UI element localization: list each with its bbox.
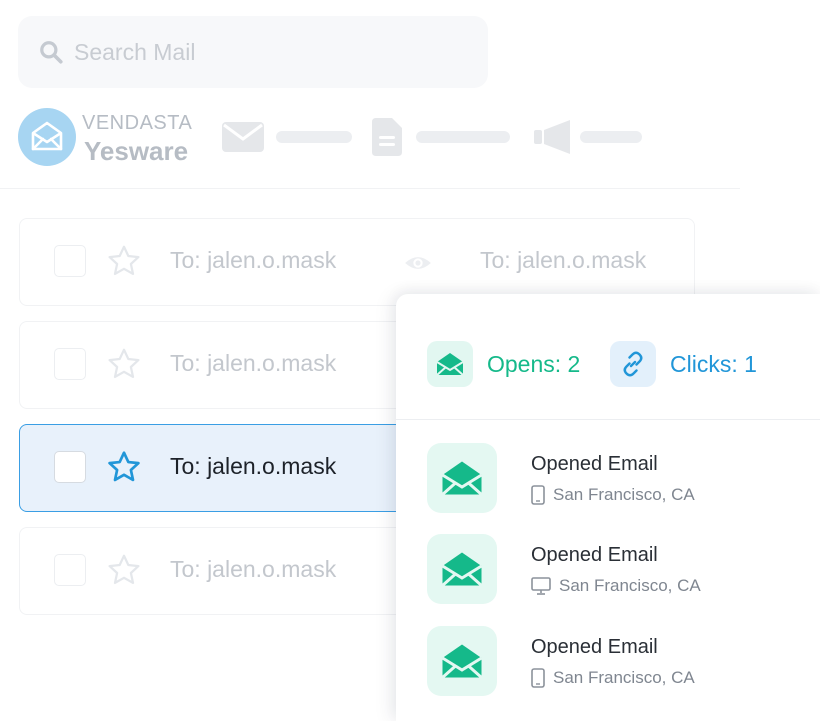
event-icon-box	[427, 534, 497, 604]
email-row[interactable]: To: jalen.o.mask To: jalen.o.mask	[19, 218, 695, 306]
row-checkbox[interactable]	[54, 554, 86, 586]
email-recipient-secondary: To: jalen.o.mask	[480, 247, 647, 273]
mobile-icon	[531, 668, 545, 688]
brand-company: VENDASTA	[82, 112, 193, 134]
star-icon[interactable]	[106, 346, 142, 382]
star-icon[interactable]	[106, 243, 142, 279]
open-envelope-icon	[441, 552, 483, 587]
search-input[interactable]	[74, 38, 454, 66]
megaphone-icon	[534, 120, 570, 154]
clicks-icon-box	[610, 341, 656, 387]
clicks-count: Clicks: 1	[670, 350, 757, 377]
event-location: San Francisco, CA	[531, 576, 701, 596]
toolbar-templates-placeholder	[416, 131, 510, 143]
yesware-logo	[18, 108, 76, 166]
event-icon-box	[427, 443, 497, 513]
star-icon[interactable]	[106, 449, 142, 485]
brand-product: Yesware	[84, 136, 189, 166]
row-checkbox[interactable]	[54, 451, 86, 483]
event-location: San Francisco, CA	[531, 485, 695, 505]
event-location-text: San Francisco, CA	[559, 576, 701, 595]
toolbar: VENDASTA Yesware	[18, 104, 738, 188]
open-envelope-icon	[441, 461, 483, 496]
activity-summary: Opens: 2 Clicks: 1	[396, 294, 820, 420]
event-title: Opened Email	[531, 544, 658, 566]
search-icon	[40, 41, 63, 64]
email-recipient: To: jalen.o.mask	[170, 556, 337, 582]
email-recipient: To: jalen.o.mask	[170, 350, 337, 376]
toolbar-templates-button[interactable]	[372, 118, 510, 156]
tracking-activity-panel: Opens: 2 Clicks: 1 Opened Email San Fran…	[396, 294, 820, 721]
event-location-text: San Francisco, CA	[553, 485, 695, 504]
activity-event[interactable]: Opened Email San Francisco, CA	[427, 443, 807, 515]
event-title: Opened Email	[531, 453, 658, 475]
opens-count: Opens: 2	[487, 350, 581, 377]
clicks-stat[interactable]: Clicks: 1	[610, 341, 757, 387]
opens-icon-box	[427, 341, 473, 387]
desktop-icon	[531, 577, 551, 595]
row-checkbox[interactable]	[54, 245, 86, 277]
toolbar-mail-button[interactable]	[222, 122, 352, 152]
email-recipient: To: jalen.o.mask	[170, 453, 337, 479]
search-bar[interactable]	[18, 16, 488, 88]
open-envelope-icon	[436, 353, 464, 376]
envelope-logo-icon	[31, 121, 63, 151]
activity-event[interactable]: Opened Email San Francisco, CA	[427, 534, 807, 606]
toolbar-mail-placeholder	[276, 131, 352, 143]
email-recipient: To: jalen.o.mask	[170, 247, 337, 273]
event-icon-box	[427, 626, 497, 696]
toolbar-campaigns-placeholder	[580, 131, 642, 143]
header-divider	[0, 188, 740, 189]
mobile-icon	[531, 485, 545, 505]
link-icon	[623, 351, 643, 377]
row-checkbox[interactable]	[54, 348, 86, 380]
star-icon[interactable]	[106, 552, 142, 588]
document-icon	[372, 118, 402, 156]
event-location: San Francisco, CA	[531, 668, 695, 688]
toolbar-campaigns-button[interactable]	[534, 120, 642, 154]
eye-icon	[405, 257, 431, 269]
event-title: Opened Email	[531, 636, 658, 658]
event-location-text: San Francisco, CA	[553, 668, 695, 687]
opens-stat[interactable]: Opens: 2	[427, 341, 580, 387]
mail-icon	[222, 122, 264, 152]
activity-event[interactable]: Opened Email San Francisco, CA	[427, 626, 807, 698]
open-envelope-icon	[441, 644, 483, 679]
